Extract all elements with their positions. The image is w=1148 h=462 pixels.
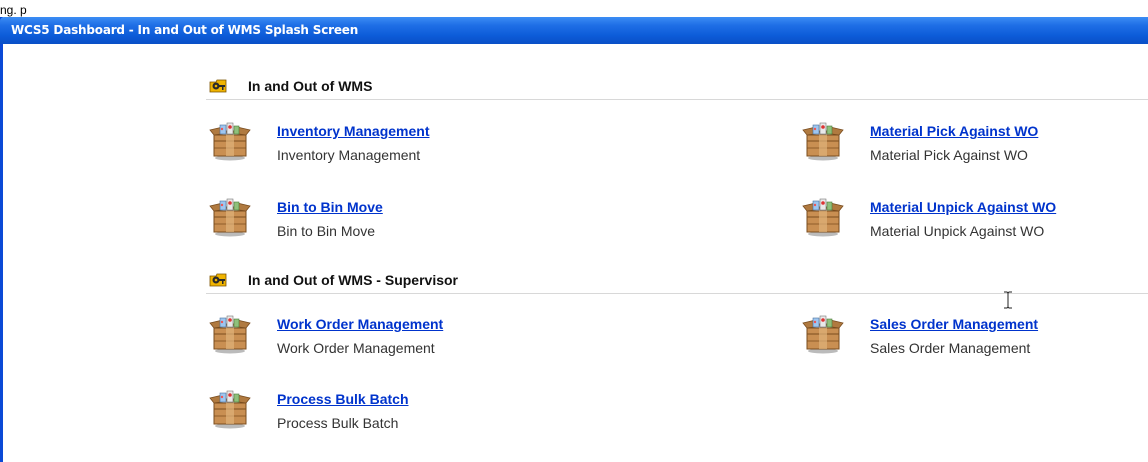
item-description: Material Unpick Against WO: [870, 223, 1045, 239]
list-item-sales-order-management[interactable]: Sales Order Management Sales Order Manag…: [801, 314, 1141, 364]
item-description: Process Bulk Batch: [277, 415, 399, 431]
material-unpick-link[interactable]: Material Unpick Against WO: [870, 199, 1056, 215]
key-folder-icon: [209, 78, 227, 94]
section-title: In and Out of WMS - Supervisor: [248, 272, 458, 288]
list-item-material-pick[interactable]: Material Pick Against WO Material Pick A…: [801, 121, 1141, 171]
window-titlebar[interactable]: WCS5 Dashboard - In and Out of WMS Splas…: [0, 17, 1148, 44]
work-order-management-link[interactable]: Work Order Management: [277, 316, 443, 332]
package-box-icon: [208, 121, 252, 161]
process-bulk-batch-link[interactable]: Process Bulk Batch: [277, 391, 409, 407]
inventory-management-link[interactable]: Inventory Management: [277, 123, 429, 139]
list-item-process-bulk-batch[interactable]: Process Bulk Batch Process Bulk Batch: [208, 389, 548, 439]
key-folder-icon: [209, 272, 227, 288]
item-description: Inventory Management: [277, 147, 421, 163]
window-title: WCS5 Dashboard - In and Out of WMS Splas…: [11, 23, 359, 37]
background-window-strip: ng. p: [0, 0, 1148, 17]
text-cursor-icon: [1004, 291, 1012, 309]
package-box-icon: [208, 197, 252, 237]
item-description: Sales Order Management: [870, 340, 1031, 356]
item-description: Work Order Management: [277, 340, 435, 356]
package-box-icon: [801, 314, 845, 354]
list-item-work-order-management[interactable]: Work Order Management Work Order Managem…: [208, 314, 548, 364]
package-box-icon: [801, 197, 845, 237]
background-text: ng. p: [0, 3, 27, 17]
item-description: Material Pick Against WO: [870, 147, 1028, 163]
section-header-in-out-wms: In and Out of WMS: [206, 75, 1148, 100]
sales-order-management-link[interactable]: Sales Order Management: [870, 316, 1038, 332]
package-box-icon: [801, 121, 845, 161]
package-box-icon: [208, 389, 252, 429]
item-description: Bin to Bin Move: [277, 223, 376, 239]
list-item-bin-to-bin-move[interactable]: Bin to Bin Move Bin to Bin Move: [208, 197, 548, 247]
material-pick-link[interactable]: Material Pick Against WO: [870, 123, 1038, 139]
section-title: In and Out of WMS: [248, 78, 373, 94]
package-box-icon: [208, 314, 252, 354]
list-item-inventory-management[interactable]: Inventory Management Inventory Managemen…: [208, 121, 548, 171]
list-item-material-unpick[interactable]: Material Unpick Against WO Material Unpi…: [801, 197, 1141, 247]
bin-to-bin-move-link[interactable]: Bin to Bin Move: [277, 199, 383, 215]
